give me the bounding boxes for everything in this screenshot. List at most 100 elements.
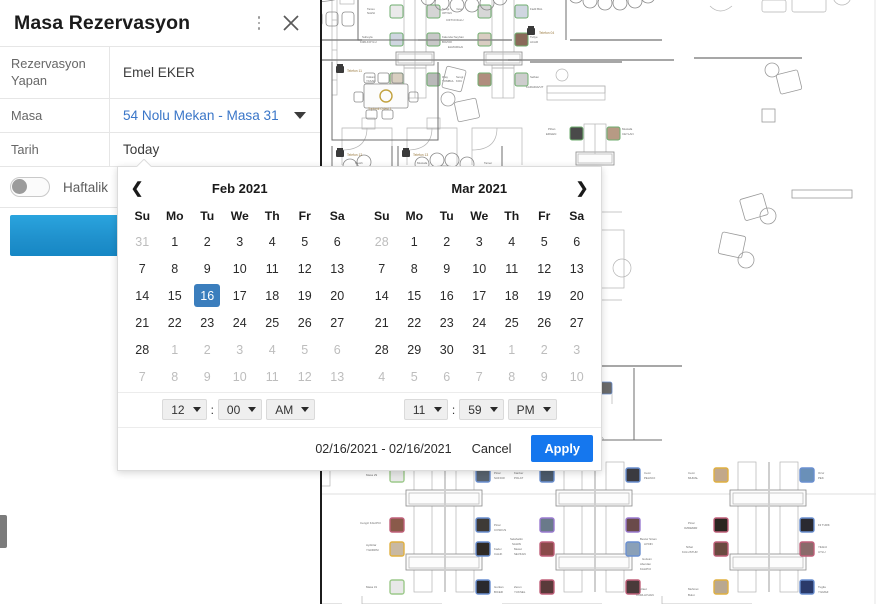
calendar-day-cell[interactable]: 3	[224, 228, 257, 255]
field-row-date[interactable]: Tarih Today	[0, 132, 320, 166]
calendar-day-cell[interactable]: 7	[463, 363, 496, 390]
calendar-day-cell[interactable]: 14	[366, 282, 399, 309]
calendar-day-cell[interactable]: 12	[289, 255, 322, 282]
calendar-day-cell[interactable]: 7	[126, 255, 159, 282]
calendar-day-cell[interactable]: 27	[561, 309, 594, 336]
weekly-toggle[interactable]	[10, 177, 50, 197]
calendar-day-cell[interactable]: 2	[431, 228, 464, 255]
calendar-day-cell[interactable]: 19	[289, 282, 322, 309]
calendar-day-cell[interactable]: 18	[496, 282, 529, 309]
calendar-day-cell[interactable]: 24	[224, 309, 257, 336]
calendar-day-cell[interactable]: 13	[321, 363, 354, 390]
calendar-day-cell[interactable]: 6	[321, 228, 354, 255]
calendar-day-cell[interactable]: 17	[463, 282, 496, 309]
calendar-day-cell[interactable]: 20	[561, 282, 594, 309]
calendar-day-cell[interactable]: 4	[256, 336, 289, 363]
calendar-day-cell[interactable]: 5	[398, 363, 431, 390]
calendar-day-cell[interactable]: 2	[191, 336, 224, 363]
calendar-day-cell[interactable]: 8	[159, 363, 192, 390]
cancel-button[interactable]: Cancel	[466, 437, 518, 460]
calendar-day-cell[interactable]: 10	[224, 363, 257, 390]
end-meridiem-select[interactable]: PM	[508, 399, 557, 420]
calendar-day-cell[interactable]: 10	[463, 255, 496, 282]
calendar-day-cell[interactable]: 9	[528, 363, 561, 390]
calendar-day-cell[interactable]: 4	[366, 363, 399, 390]
next-month-button[interactable]: ❯	[571, 181, 593, 196]
calendar-day-cell[interactable]: 21	[366, 309, 399, 336]
start-meridiem-select[interactable]: AM	[266, 399, 315, 420]
calendar-day-cell[interactable]: 11	[256, 363, 289, 390]
calendar-day-cell[interactable]: 26	[528, 309, 561, 336]
start-hour-select[interactable]: 12	[162, 399, 206, 420]
calendar-day-cell[interactable]: 27	[321, 309, 354, 336]
calendar-day-cell[interactable]: 8	[496, 363, 529, 390]
prev-month-button[interactable]: ❮	[126, 181, 148, 196]
field-row-desk[interactable]: Masa 54 Nolu Mekan - Masa 31	[0, 98, 320, 132]
calendar-day-cell[interactable]: 21	[126, 309, 159, 336]
end-hour-select[interactable]: 11	[404, 399, 448, 420]
calendar-day-cell[interactable]: 16	[191, 282, 224, 309]
calendar-day-cell[interactable]: 3	[561, 336, 594, 363]
calendar-day-cell[interactable]: 28	[366, 228, 399, 255]
calendar-day-cell[interactable]: 16	[431, 282, 464, 309]
calendar-day-cell[interactable]: 25	[496, 309, 529, 336]
calendar-day-cell[interactable]: 10	[561, 363, 594, 390]
calendar-day-cell[interactable]: 7	[126, 363, 159, 390]
calendar-day-cell[interactable]: 6	[321, 336, 354, 363]
calendar-day-cell[interactable]: 25	[256, 309, 289, 336]
calendar-day-cell[interactable]: 6	[561, 228, 594, 255]
calendar-day-cell[interactable]: 15	[398, 282, 431, 309]
calendar-day-cell[interactable]: 17	[224, 282, 257, 309]
calendar-day-cell[interactable]: 2	[191, 228, 224, 255]
calendar-day-cell[interactable]: 9	[191, 255, 224, 282]
calendar-day-cell[interactable]: 23	[191, 309, 224, 336]
calendar-day-cell[interactable]: 28	[366, 336, 399, 363]
calendar-day-cell[interactable]: 8	[159, 255, 192, 282]
calendar-day-cell[interactable]: 23	[431, 309, 464, 336]
calendar-day-cell[interactable]: 2	[528, 336, 561, 363]
calendar-day-cell[interactable]: 3	[224, 336, 257, 363]
calendar-day-cell[interactable]: 13	[321, 255, 354, 282]
calendar-day-cell[interactable]: 9	[431, 255, 464, 282]
desk-select[interactable]: 54 Nolu Mekan - Masa 31	[110, 99, 320, 132]
calendar-day-cell[interactable]: 1	[398, 228, 431, 255]
calendar-day-cell[interactable]: 4	[496, 228, 529, 255]
start-minute-select[interactable]: 00	[218, 399, 262, 420]
calendar-day-cell[interactable]: 7	[366, 255, 399, 282]
calendar-day-cell[interactable]: 9	[191, 363, 224, 390]
calendar-day-cell[interactable]: 6	[431, 363, 464, 390]
calendar-day-cell[interactable]: 18	[256, 282, 289, 309]
calendar-day-cell[interactable]: 28	[126, 336, 159, 363]
calendar-day-cell[interactable]: 12	[289, 363, 322, 390]
calendar-day-cell[interactable]: 1	[496, 336, 529, 363]
calendar-day-cell[interactable]: 22	[398, 309, 431, 336]
calendar-day-cell[interactable]: 5	[528, 228, 561, 255]
apply-button[interactable]: Apply	[531, 435, 593, 462]
calendar-day-cell[interactable]: 1	[159, 336, 192, 363]
calendar-day-cell[interactable]: 30	[431, 336, 464, 363]
end-minute-select[interactable]: 59	[459, 399, 503, 420]
calendar-day-cell[interactable]: 8	[398, 255, 431, 282]
calendar-day-cell[interactable]: 10	[224, 255, 257, 282]
calendar-day-cell[interactable]: 14	[126, 282, 159, 309]
calendar-day-cell[interactable]: 24	[463, 309, 496, 336]
calendar-day-cell[interactable]: 29	[398, 336, 431, 363]
calendar-day-cell[interactable]: 15	[159, 282, 192, 309]
calendar-day-cell[interactable]: 12	[528, 255, 561, 282]
calendar-day-cell[interactable]: 11	[256, 255, 289, 282]
calendar-day-cell[interactable]: 5	[289, 228, 322, 255]
calendar-day-cell[interactable]: 13	[561, 255, 594, 282]
calendar-day-cell[interactable]: 31	[463, 336, 496, 363]
calendar-day-cell[interactable]: 11	[496, 255, 529, 282]
kebab-menu-icon[interactable]	[250, 10, 268, 36]
calendar-day-cell[interactable]: 22	[159, 309, 192, 336]
calendar-day-cell[interactable]: 1	[159, 228, 192, 255]
calendar-day-cell[interactable]: 3	[463, 228, 496, 255]
calendar-day-cell[interactable]: 20	[321, 282, 354, 309]
calendar-day-cell[interactable]: 26	[289, 309, 322, 336]
calendar-day-cell[interactable]: 19	[528, 282, 561, 309]
close-icon[interactable]	[274, 6, 308, 40]
calendar-day-cell[interactable]: 31	[126, 228, 159, 255]
calendar-day-cell[interactable]: 5	[289, 336, 322, 363]
panel-resize-handle[interactable]	[0, 515, 7, 548]
